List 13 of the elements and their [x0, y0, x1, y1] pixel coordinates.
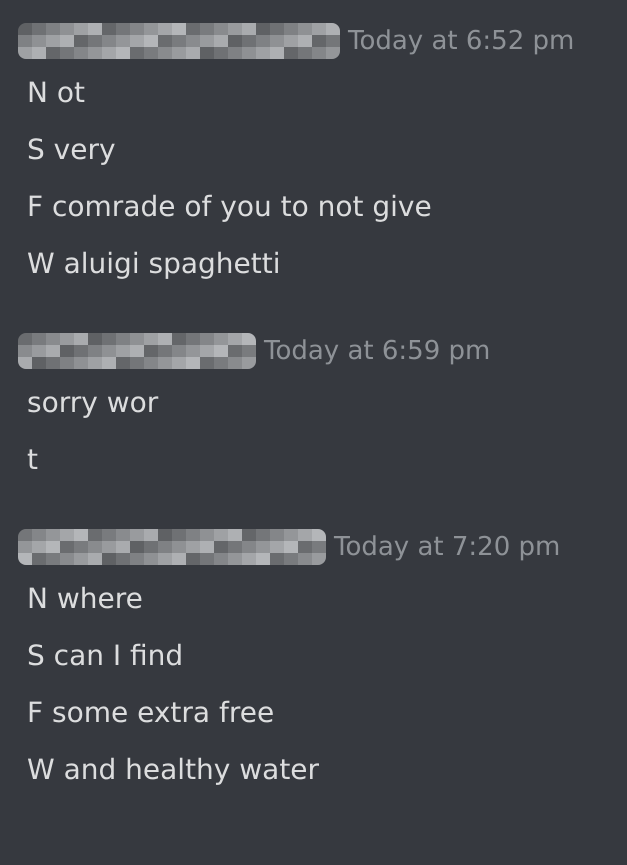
message-text: N ot: [26, 75, 86, 111]
message-timestamp: Today at 7:20 pm: [334, 532, 560, 562]
message-text: W aluigi spaghetti: [26, 246, 282, 282]
message-text: F some extra free: [26, 695, 276, 731]
message-text: W and healthy water: [26, 752, 320, 788]
message-text: sorry wor: [26, 385, 160, 421]
message-text: t: [26, 442, 39, 478]
message-text: N where: [26, 581, 144, 617]
message-text: S very: [26, 132, 117, 168]
message-timestamp: Today at 6:59 pm: [264, 336, 490, 366]
message-timestamp: Today at 6:52 pm: [348, 26, 574, 56]
message-text: S can I find: [26, 638, 184, 674]
message-text: F comrade of you to not give: [26, 189, 433, 225]
